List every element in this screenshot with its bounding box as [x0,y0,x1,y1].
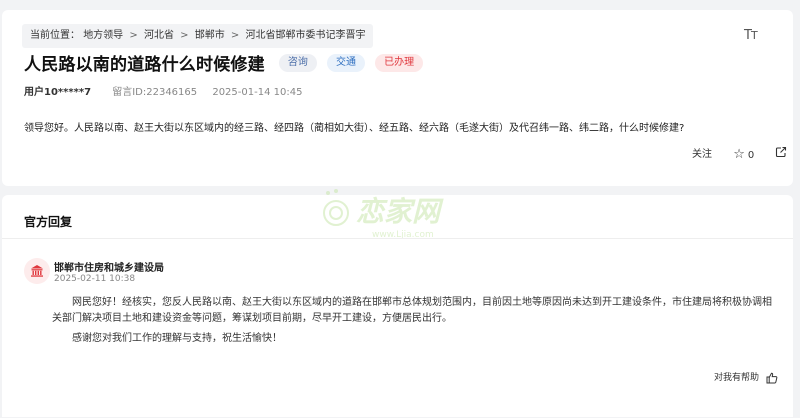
star-icon: ☆ [733,146,745,162]
like-count: 0 [747,149,755,161]
question-date: 2025-01-14 10:45 [212,87,303,98]
reply-paragraph: 感谢您对我们工作的理解与支持，祝生活愉快！ [72,333,282,344]
question-meta: 用户10*****7 留言ID:22346165 2025-01-14 10:4… [24,83,302,98]
divider [2,238,793,239]
page-title: 人民路以南的道路什么时候修建 [24,55,265,75]
reply-body: 网民您好！经核实，您反人民路以南、赵王大街以东区域内的道路在邯郸市总体规划范围内… [52,295,780,347]
reply-paragraph: 网民您好！经核实，您反人民路以南、赵王大街以东区域内的道路在邯郸市总体规划范围内… [52,297,772,324]
tag-consult: 咨询 [278,53,317,72]
breadcrumb-prefix: 当前位置： [30,30,80,41]
breadcrumb-separator: > [230,30,240,41]
section-title: 官方回复 [24,215,73,229]
share-button[interactable] [775,146,787,164]
department-name: 邯郸市住房和城乡建设局 [54,263,164,274]
question-actions: 关注 ☆ 0 [692,146,787,162]
breadcrumb-separator: > [129,30,138,41]
tag-traffic: 交通 [327,53,365,72]
reply-time: 2025-02-11 10:38 [54,274,136,284]
question-content: 领导您好。人民路以南、赵王大街以东区域内的经三路、经四路（蔺相如大街）、经五路、… [24,123,685,134]
status-badge: 已办理 [375,53,424,72]
font-size-small-glyph: T [750,29,758,42]
breadcrumb-link-official[interactable]: 河北省邯郸市委书记李晋宇 [245,24,365,48]
breadcrumb: 当前位置： 地方领导 > 河北省 > 邯郸市 > 河北省邯郸市委书记李晋宇 [22,24,374,48]
question-card: 当前位置： 地方领导 > 河北省 > 邯郸市 > 河北省邯郸市委书记李晋宇 TT… [2,10,793,186]
follow-button[interactable]: 关注 [692,147,712,163]
reply-card: 恋家网 www.Ljia.com 官方回复 邯郸市住房和城乡建设局 2025-0… [2,189,793,417]
user-name: 用户10*****7 [24,87,92,98]
watermark-text: 恋家网 [356,195,444,228]
share-icon [776,146,787,158]
like-button[interactable]: ☆ 0 [733,147,772,164]
breadcrumb-link-leaders[interactable]: 地方领导 [83,24,123,48]
font-size-large-glyph: T [744,28,752,43]
government-building-icon [31,265,43,277]
message-id: 留言ID:22346165 [112,87,198,98]
watermark-logo: 恋家网 www.Ljia.com [323,189,444,240]
breadcrumb-link-city[interactable]: 邯郸市 [195,24,225,48]
helpful-label: 对我有帮助 [714,373,760,383]
title-row: 人民路以南的道路什么时候修建 咨询 交通 已办理 [24,50,424,75]
thumbs-up-icon [766,372,778,384]
breadcrumb-separator: > [180,30,189,41]
department-avatar [24,258,50,284]
helpful-button[interactable]: 对我有帮助 [714,371,778,385]
font-size-icon[interactable]: TT [744,28,758,43]
breadcrumb-link-province[interactable]: 河北省 [144,24,174,48]
